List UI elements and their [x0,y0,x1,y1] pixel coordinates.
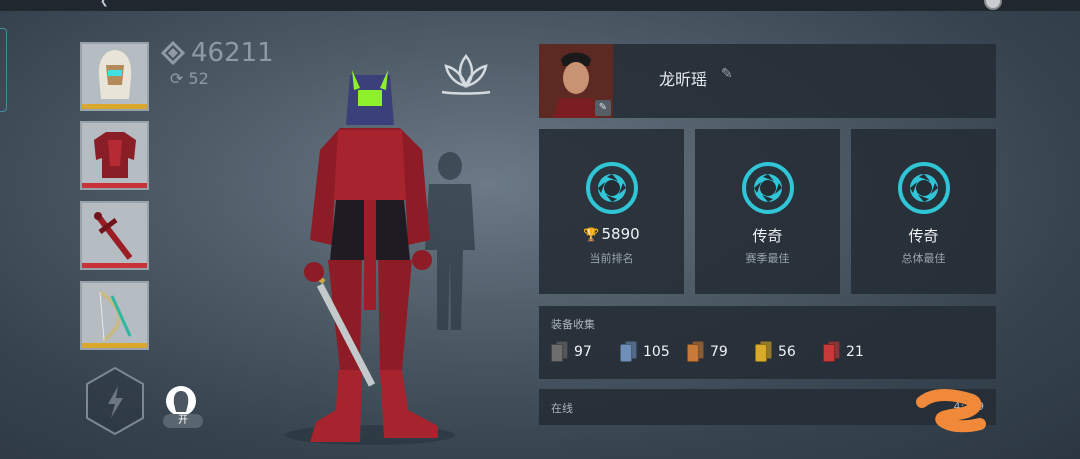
stat-label: 总体最佳 [901,252,946,265]
stat-value: 🏆 5890 [583,225,640,243]
side-tab[interactable] [0,28,7,112]
rarity-bar [82,183,147,188]
avatar-toggle[interactable]: 开 [163,386,203,430]
rank-emblem-icon [898,162,950,214]
card-stack-icon [620,341,637,362]
currency-display: 46211 [161,38,274,68]
collection-legendary: 21 [823,341,864,362]
bow-icon [98,290,132,342]
stat-value: 传奇 [908,227,939,245]
rarity-bar [82,263,147,268]
stat-label: 当前排名 [589,252,634,265]
card-stack-icon [551,341,568,362]
edit-name-icon[interactable]: ✎ [721,66,733,82]
player-portrait[interactable]: ✎ [539,44,613,118]
helmet-icon [98,50,132,99]
diamond-icon [161,41,185,65]
stat-value: 传奇 [752,227,783,245]
collection-title: 装备收集 [551,318,595,331]
portrait-edit-icon[interactable]: ✎ [595,100,611,116]
refresh-value: 52 [188,69,209,88]
slot-sword[interactable] [80,201,149,270]
toggle-label: 开 [163,414,203,428]
sword-icon [94,212,133,260]
collection-epic: 56 [755,341,796,362]
stat-card-current-rank[interactable]: 🏆 5890 当前排名 [539,129,684,294]
stat-card-season-best[interactable]: 传奇 赛季最佳 [695,129,840,294]
trophy-icon: 🏆 [583,228,600,243]
rank-emblem-icon [586,162,638,214]
stat-label: 赛季最佳 [745,252,790,265]
redaction-scribble [916,389,986,433]
armor-icon [94,132,136,178]
rarity-bar [82,343,147,348]
refresh-icon: ⟳ [170,69,184,88]
skill-hexagon[interactable] [84,366,146,436]
top-bar [0,0,1080,11]
refresh-display: ⟳ 52 [170,69,209,88]
status-label: 在线 [551,402,573,415]
rank-emblem-icon [742,162,794,214]
card-stack-icon [823,341,840,362]
profile-panel: ✎ 龙昕瑶 ✎ [539,44,996,118]
equipment-collection-panel[interactable]: 装备收集 97 105 79 56 21 [539,306,996,379]
slot-bow[interactable] [80,281,149,350]
collection-rare: 79 [687,341,728,362]
slot-armor[interactable] [80,121,149,190]
player-name: 龙昕瑶 [659,70,708,89]
hooded-avatar-icon [166,386,196,416]
card-stack-icon [755,341,772,362]
stat-card-overall-best[interactable]: 传奇 总体最佳 [851,129,996,294]
collection-uncommon: 105 [620,341,670,362]
collection-common: 97 [551,341,592,362]
currency-value: 46211 [191,38,274,68]
back-icon[interactable]: ❮ [100,0,114,7]
knight-character[interactable] [280,70,460,450]
slot-helmet[interactable] [80,42,149,111]
card-stack-icon [687,341,704,362]
rarity-bar [82,104,147,109]
